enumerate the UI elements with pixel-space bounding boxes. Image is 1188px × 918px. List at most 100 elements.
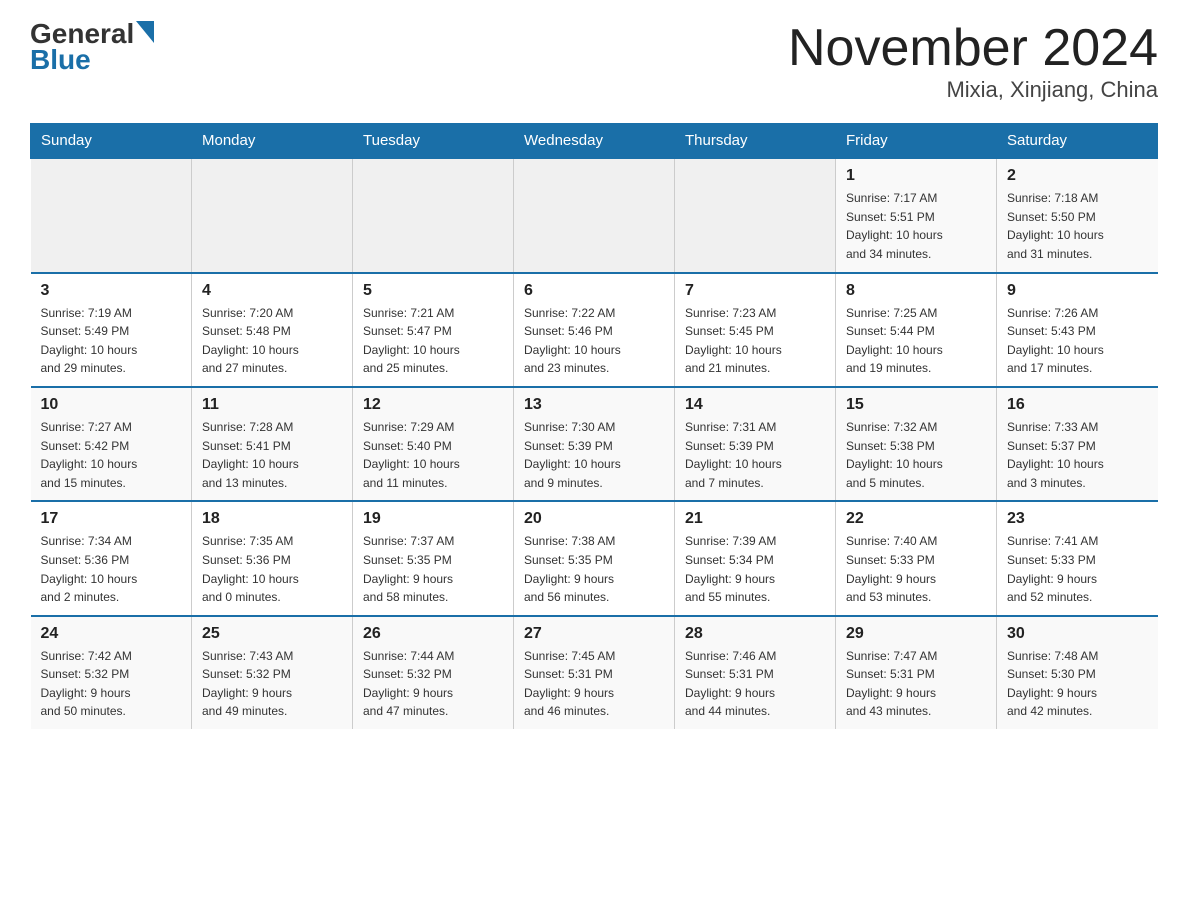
day-number: 3 <box>41 282 182 300</box>
day-number: 6 <box>524 282 664 300</box>
day-number: 9 <box>1007 282 1148 300</box>
day-number: 12 <box>363 396 503 414</box>
day-info: Sunrise: 7:27 AM Sunset: 5:42 PM Dayligh… <box>41 418 182 492</box>
page-header: General Blue November 2024 Mixia, Xinjia… <box>30 20 1158 103</box>
day-number: 23 <box>1007 510 1148 528</box>
calendar-cell: 11Sunrise: 7:28 AM Sunset: 5:41 PM Dayli… <box>192 387 353 501</box>
calendar-cell: 5Sunrise: 7:21 AM Sunset: 5:47 PM Daylig… <box>353 273 514 387</box>
day-info: Sunrise: 7:47 AM Sunset: 5:31 PM Dayligh… <box>846 647 986 721</box>
day-number: 4 <box>202 282 342 300</box>
day-number: 1 <box>846 167 986 185</box>
calendar-cell: 30 Sunrise: 7:48 AM Sunset: 5:30 PM Dayli… <box>997 616 1158 729</box>
day-info: Sunrise: 7:34 AM Sunset: 5:36 PM Dayligh… <box>41 532 182 606</box>
calendar-cell: 19 Sunrise: 7:37 AM Sunset: 5:35 PM Dayli… <box>353 501 514 615</box>
calendar-cell: 14Sunrise: 7:31 AM Sunset: 5:39 PM Dayli… <box>675 387 836 501</box>
weekday-header-monday: Monday <box>192 124 353 159</box>
calendar-cell: 1 Sunrise: 7:17 AM Sunset: 5:51 PM Daylig… <box>836 158 997 272</box>
day-info: Sunrise: 7:29 AM Sunset: 5:40 PM Dayligh… <box>363 418 503 492</box>
calendar-week-row: 3 Sunrise: 7:19 AM Sunset: 5:49 PM Daylig… <box>31 273 1158 387</box>
day-info: Sunrise: 7:31 AM Sunset: 5:39 PM Dayligh… <box>685 418 825 492</box>
logo-arrow-icon <box>136 21 154 43</box>
day-info: Sunrise: 7:42 AM Sunset: 5:32 PM Dayligh… <box>41 647 182 721</box>
calendar-week-row: 17 Sunrise: 7:34 AM Sunset: 5:36 PM Dayli… <box>31 501 1158 615</box>
day-info: Sunrise: 7:19 AM Sunset: 5:49 PM Dayligh… <box>41 304 182 378</box>
calendar-cell <box>514 158 675 272</box>
day-number: 27 <box>524 625 664 643</box>
calendar-cell <box>192 158 353 272</box>
day-number: 24 <box>41 625 182 643</box>
calendar-cell: 29 Sunrise: 7:47 AM Sunset: 5:31 PM Dayli… <box>836 616 997 729</box>
day-info: Sunrise: 7:44 AM Sunset: 5:32 PM Dayligh… <box>363 647 503 721</box>
location: Mixia, Xinjiang, China <box>788 77 1158 103</box>
weekday-header-tuesday: Tuesday <box>353 124 514 159</box>
calendar-week-row: 24 Sunrise: 7:42 AM Sunset: 5:32 PM Dayli… <box>31 616 1158 729</box>
weekday-header-row: SundayMondayTuesdayWednesdayThursdayFrid… <box>31 124 1158 159</box>
day-number: 20 <box>524 510 664 528</box>
day-info: Sunrise: 7:39 AM Sunset: 5:34 PM Dayligh… <box>685 532 825 606</box>
calendar-cell: 4 Sunrise: 7:20 AM Sunset: 5:48 PM Daylig… <box>192 273 353 387</box>
logo-blue: Blue <box>30 44 91 76</box>
calendar-cell: 3 Sunrise: 7:19 AM Sunset: 5:49 PM Daylig… <box>31 273 192 387</box>
day-info: Sunrise: 7:45 AM Sunset: 5:31 PM Dayligh… <box>524 647 664 721</box>
calendar-cell <box>675 158 836 272</box>
day-info: Sunrise: 7:35 AM Sunset: 5:36 PM Dayligh… <box>202 532 342 606</box>
calendar-cell: 27 Sunrise: 7:45 AM Sunset: 5:31 PM Dayli… <box>514 616 675 729</box>
day-number: 10 <box>41 396 182 414</box>
calendar-cell <box>31 158 192 272</box>
day-number: 22 <box>846 510 986 528</box>
calendar-cell: 20 Sunrise: 7:38 AM Sunset: 5:35 PM Dayli… <box>514 501 675 615</box>
calendar-cell: 2Sunrise: 7:18 AM Sunset: 5:50 PM Daylig… <box>997 158 1158 272</box>
calendar-week-row: 10 Sunrise: 7:27 AM Sunset: 5:42 PM Dayli… <box>31 387 1158 501</box>
calendar-cell: 26Sunrise: 7:44 AM Sunset: 5:32 PM Dayli… <box>353 616 514 729</box>
day-info: Sunrise: 7:28 AM Sunset: 5:41 PM Dayligh… <box>202 418 342 492</box>
weekday-header-wednesday: Wednesday <box>514 124 675 159</box>
day-number: 13 <box>524 396 664 414</box>
calendar-cell: 22 Sunrise: 7:40 AM Sunset: 5:33 PM Dayli… <box>836 501 997 615</box>
day-number: 21 <box>685 510 825 528</box>
day-number: 16 <box>1007 396 1148 414</box>
calendar-cell: 17 Sunrise: 7:34 AM Sunset: 5:36 PM Dayli… <box>31 501 192 615</box>
day-number: 25 <box>202 625 342 643</box>
calendar-cell: 13 Sunrise: 7:30 AM Sunset: 5:39 PM Dayli… <box>514 387 675 501</box>
calendar-cell <box>353 158 514 272</box>
day-info: Sunrise: 7:40 AM Sunset: 5:33 PM Dayligh… <box>846 532 986 606</box>
day-info: Sunrise: 7:30 AM Sunset: 5:39 PM Dayligh… <box>524 418 664 492</box>
weekday-header-saturday: Saturday <box>997 124 1158 159</box>
calendar-week-row: 1 Sunrise: 7:17 AM Sunset: 5:51 PM Daylig… <box>31 158 1158 272</box>
day-info: Sunrise: 7:41 AM Sunset: 5:33 PM Dayligh… <box>1007 532 1148 606</box>
day-number: 18 <box>202 510 342 528</box>
logo: General Blue <box>30 20 154 76</box>
day-info: Sunrise: 7:37 AM Sunset: 5:35 PM Dayligh… <box>363 532 503 606</box>
calendar-cell: 6 Sunrise: 7:22 AM Sunset: 5:46 PM Daylig… <box>514 273 675 387</box>
day-info: Sunrise: 7:48 AM Sunset: 5:30 PM Dayligh… <box>1007 647 1148 721</box>
calendar-cell: 10 Sunrise: 7:27 AM Sunset: 5:42 PM Dayli… <box>31 387 192 501</box>
day-number: 8 <box>846 282 986 300</box>
day-info: Sunrise: 7:38 AM Sunset: 5:35 PM Dayligh… <box>524 532 664 606</box>
day-number: 30 <box>1007 625 1148 643</box>
day-info: Sunrise: 7:22 AM Sunset: 5:46 PM Dayligh… <box>524 304 664 378</box>
day-info: Sunrise: 7:23 AM Sunset: 5:45 PM Dayligh… <box>685 304 825 378</box>
day-info: Sunrise: 7:43 AM Sunset: 5:32 PM Dayligh… <box>202 647 342 721</box>
weekday-header-thursday: Thursday <box>675 124 836 159</box>
weekday-header-friday: Friday <box>836 124 997 159</box>
day-info: Sunrise: 7:25 AM Sunset: 5:44 PM Dayligh… <box>846 304 986 378</box>
day-number: 15 <box>846 396 986 414</box>
calendar-cell: 15Sunrise: 7:32 AM Sunset: 5:38 PM Dayli… <box>836 387 997 501</box>
weekday-header-sunday: Sunday <box>31 124 192 159</box>
calendar-cell: 28Sunrise: 7:46 AM Sunset: 5:31 PM Dayli… <box>675 616 836 729</box>
day-number: 17 <box>41 510 182 528</box>
day-info: Sunrise: 7:26 AM Sunset: 5:43 PM Dayligh… <box>1007 304 1148 378</box>
day-number: 19 <box>363 510 503 528</box>
day-info: Sunrise: 7:20 AM Sunset: 5:48 PM Dayligh… <box>202 304 342 378</box>
day-number: 29 <box>846 625 986 643</box>
calendar-cell: 23 Sunrise: 7:41 AM Sunset: 5:33 PM Dayli… <box>997 501 1158 615</box>
day-info: Sunrise: 7:33 AM Sunset: 5:37 PM Dayligh… <box>1007 418 1148 492</box>
calendar-cell: 12 Sunrise: 7:29 AM Sunset: 5:40 PM Dayli… <box>353 387 514 501</box>
title-section: November 2024 Mixia, Xinjiang, China <box>788 20 1158 103</box>
day-number: 7 <box>685 282 825 300</box>
day-number: 28 <box>685 625 825 643</box>
calendar-cell: 25 Sunrise: 7:43 AM Sunset: 5:32 PM Dayli… <box>192 616 353 729</box>
calendar-cell: 7 Sunrise: 7:23 AM Sunset: 5:45 PM Daylig… <box>675 273 836 387</box>
calendar-cell: 21 Sunrise: 7:39 AM Sunset: 5:34 PM Dayli… <box>675 501 836 615</box>
day-info: Sunrise: 7:17 AM Sunset: 5:51 PM Dayligh… <box>846 189 986 263</box>
